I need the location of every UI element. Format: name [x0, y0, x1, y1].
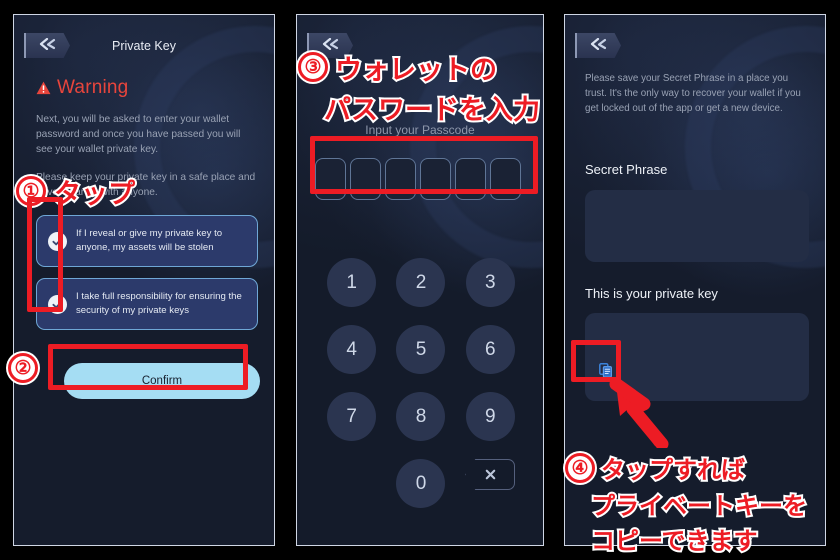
warning-label: Warning — [57, 77, 129, 98]
passcode-input[interactable] — [315, 158, 521, 200]
check-circle-icon[interactable] — [48, 294, 67, 314]
keypad-key-5[interactable]: 5 — [396, 325, 446, 374]
passcode-cell[interactable] — [350, 158, 381, 200]
secret-phrase-value-box — [585, 190, 809, 262]
passcode-cell[interactable] — [455, 158, 486, 200]
censored-private-key — [595, 325, 785, 359]
passcode-cell[interactable] — [490, 158, 521, 200]
backspace-x-icon[interactable] — [465, 459, 516, 490]
keypad-key-8[interactable]: 8 — [396, 392, 446, 441]
consent-checkbox-row-2[interactable]: I take full responsibility for ensuring … — [36, 278, 258, 330]
keypad-key-2[interactable]: 2 — [396, 258, 446, 307]
keypad-key-1[interactable]: 1 — [327, 258, 377, 307]
numeric-keypad: 1 2 3 4 5 6 7 8 9 0 — [317, 258, 525, 508]
phone-panel-secret-phrase: Please save your Secret Phrase in a plac… — [564, 14, 826, 546]
back-chevrons-icon — [321, 37, 341, 55]
secret-phrase-description: Please save your Secret Phrase in a plac… — [585, 73, 801, 114]
copy-icon[interactable] — [593, 357, 619, 383]
censored-secret-phrase — [595, 202, 795, 248]
passcode-cell[interactable] — [420, 158, 451, 200]
check-circle-icon[interactable] — [48, 231, 67, 251]
keypad-key-3[interactable]: 3 — [465, 258, 515, 307]
private-key-value-box — [585, 313, 809, 401]
back-button[interactable] — [575, 33, 621, 58]
confirm-button[interactable]: Confirm — [64, 363, 260, 399]
keypad-spacer — [327, 459, 376, 508]
passcode-cell[interactable] — [385, 158, 416, 200]
keypad-key-6[interactable]: 6 — [465, 325, 515, 374]
consent-label-1: If I reveal or give my private key to an… — [76, 228, 223, 253]
keypad-key-0[interactable]: 0 — [396, 459, 446, 508]
secret-phrase-heading: Secret Phrase — [585, 162, 668, 177]
passcode-label: Input your Passcode — [365, 123, 475, 137]
back-button[interactable] — [307, 33, 353, 58]
keypad-key-9[interactable]: 9 — [465, 392, 515, 441]
private-key-heading: This is your private key — [585, 286, 718, 301]
phone-panel-private-key-warning: Private Key Warning Next, you will be as… — [13, 14, 275, 546]
consent-label-2: I take full responsibility for ensuring … — [76, 291, 242, 316]
back-chevrons-icon — [589, 37, 609, 55]
keypad-key-7[interactable]: 7 — [327, 392, 377, 441]
consent-checkbox-row-1[interactable]: If I reveal or give my private key to an… — [36, 215, 258, 267]
warning-paragraph-2: Please keep your private key in a safe p… — [36, 172, 256, 198]
screenshot-root: Private Key Warning Next, you will be as… — [0, 0, 840, 560]
passcode-cell[interactable] — [315, 158, 346, 200]
warning-paragraph-1: Next, you will be asked to enter your wa… — [36, 114, 241, 155]
phone-panel-passcode: Input your Passcode 1 2 3 4 5 6 7 8 9 0 — [296, 14, 544, 546]
warning-triangle-icon — [36, 81, 51, 95]
keypad-key-4[interactable]: 4 — [327, 325, 377, 374]
page-title: Private Key — [112, 39, 176, 53]
warning-header: Warning — [36, 77, 128, 99]
